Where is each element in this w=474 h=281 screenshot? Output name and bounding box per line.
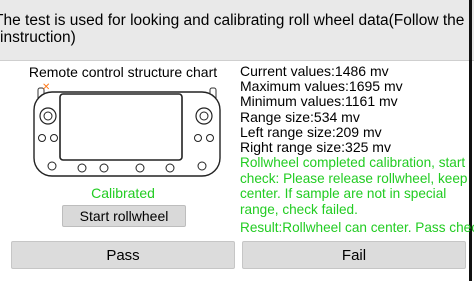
controller-screen: [59, 93, 183, 161]
remote-controller-illustration: ✕: [33, 82, 221, 177]
range-size: Range size:534 mv: [240, 108, 360, 125]
calibration-check-message: Rollwheel completed calibration, start c…: [240, 155, 468, 217]
structure-chart-title: Remote control structure chart: [28, 64, 218, 80]
result-message: Result:Rollwheel can center. Pass check: [240, 220, 474, 235]
calibration-status: Calibrated: [91, 185, 155, 201]
pass-button[interactable]: Pass: [11, 241, 235, 269]
instruction-header: The test is used for looking and calibra…: [0, 0, 474, 61]
minimum-value: Minimum values:1161 mv: [240, 93, 398, 110]
start-rollwheel-button[interactable]: Start rollwheel: [62, 205, 186, 227]
current-value: Current values:1486 mv: [240, 63, 389, 79]
right-range-size: Right range size:325 mv: [240, 139, 391, 156]
maximum-value: Maximum values:1695 mv: [240, 78, 403, 95]
instruction-text: The test is used for looking and calibra…: [0, 12, 465, 46]
left-range-size: Left range size:209 mv: [240, 123, 382, 140]
rollwheel-marker-icon: ✕: [42, 82, 50, 93]
values-panel: Current values:1486 mv Maximum values:16…: [240, 63, 472, 156]
fail-button[interactable]: Fail: [242, 241, 466, 269]
